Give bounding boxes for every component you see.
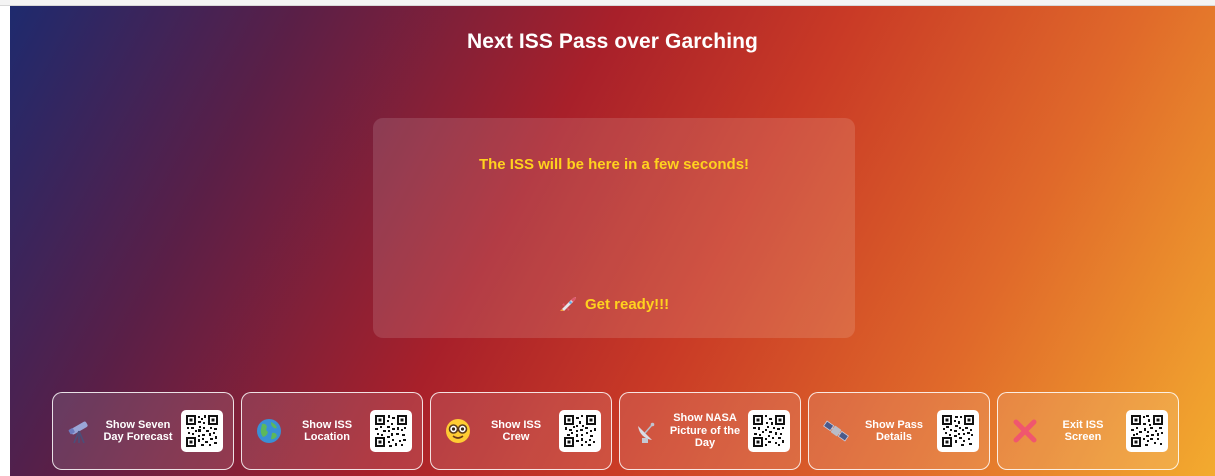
- rocket-icon: [559, 296, 577, 312]
- show-iss-crew-button[interactable]: Show ISS Crew: [430, 392, 612, 470]
- qr-code-icon: [937, 410, 979, 452]
- qr-code-icon: [748, 410, 790, 452]
- iss-screen: Next ISS Pass over Garching The ISS will…: [10, 6, 1215, 476]
- qr-code-icon: [370, 410, 412, 452]
- get-ready-line: Get ready!!!: [373, 296, 855, 313]
- cross-mark-icon: [1010, 416, 1040, 446]
- show-pass-details-button[interactable]: Show Pass Details: [808, 392, 990, 470]
- button-label: Show Seven Day Forecast: [103, 418, 173, 444]
- action-button-bar: Show Seven Day Forecast Show ISS Locatio…: [52, 392, 1179, 470]
- satellite-dish-icon: [632, 416, 662, 446]
- button-label: Exit ISS Screen: [1062, 418, 1104, 444]
- show-nasa-picture-of-the-day-button[interactable]: Show NASA Picture of the Day: [619, 392, 801, 470]
- page-title: Next ISS Pass over Garching: [467, 30, 758, 53]
- button-label: Show Pass Details: [864, 418, 924, 444]
- countdown-panel: The ISS will be here in a few seconds! G…: [373, 118, 855, 338]
- button-label: Show NASA Picture of the Day: [669, 412, 741, 450]
- globe-icon: [254, 416, 284, 446]
- nerd-face-icon: [443, 416, 473, 446]
- exit-iss-screen-button[interactable]: Exit ISS Screen: [997, 392, 1179, 470]
- satellite-icon: [821, 416, 851, 446]
- button-label: Show ISS Crew: [490, 418, 542, 444]
- countdown-message: The ISS will be here in a few seconds!: [478, 156, 750, 173]
- qr-code-icon: [181, 410, 223, 452]
- button-label: Show ISS Location: [301, 418, 353, 444]
- telescope-icon: [65, 416, 95, 446]
- get-ready-text: Get ready!!!: [584, 296, 670, 313]
- show-iss-location-button[interactable]: Show ISS Location: [241, 392, 423, 470]
- qr-code-icon: [1126, 410, 1168, 452]
- show-seven-day-forecast-button[interactable]: Show Seven Day Forecast: [52, 392, 234, 470]
- qr-code-icon: [559, 410, 601, 452]
